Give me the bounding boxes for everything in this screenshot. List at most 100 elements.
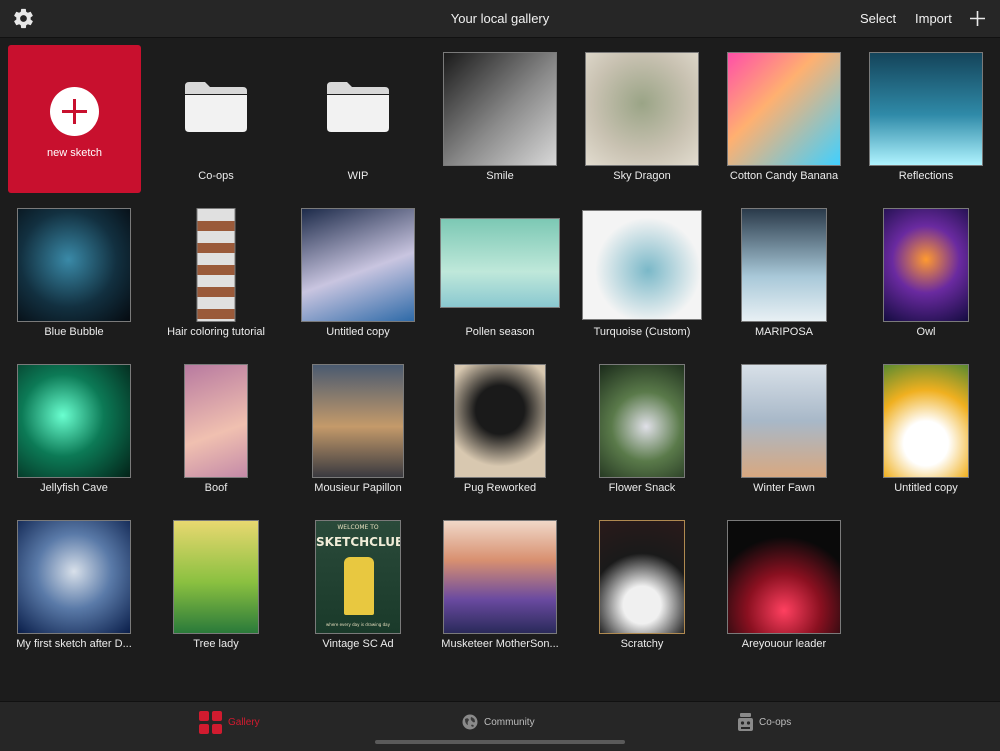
globe-icon (462, 714, 478, 730)
folder-label: WIP (347, 170, 369, 182)
sketch-label: Turquoise (Custom) (593, 326, 691, 338)
sketch-tile[interactable]: Winter Fawn (713, 350, 855, 500)
home-indicator (375, 740, 625, 744)
tab-co-ops[interactable]: Co-ops (738, 702, 791, 742)
sketch-thumbnail (869, 52, 983, 166)
tab-co-ops-label: Co-ops (759, 716, 792, 728)
sketch-tile[interactable]: Owl (855, 194, 997, 344)
vintage-ad-brand-text: SKETCHCLUB (316, 535, 401, 549)
sketch-label: Owl (916, 326, 936, 338)
sketch-label: Smile (486, 170, 514, 182)
sketch-thumbnail: WELCOME TO SKETCHCLUB where every day is… (315, 520, 401, 634)
sketch-thumbnail (440, 218, 560, 308)
sketch-thumbnail (582, 210, 702, 320)
sketch-thumbnail (727, 52, 841, 166)
sketch-label: Scratchy (620, 638, 664, 650)
sketch-thumbnail (443, 52, 557, 166)
sketch-label: Pug Reworked (463, 482, 537, 494)
sketch-tile[interactable]: Jellyfish Cave (3, 350, 145, 500)
sketch-tile[interactable]: Tree lady (145, 506, 287, 656)
gallery-grid-icon (199, 710, 222, 734)
new-sketch-label: new sketch (46, 147, 103, 159)
sketch-label: Cotton Candy Banana (729, 170, 839, 182)
sketch-thumbnail (741, 364, 827, 478)
sketch-label: Areyouour leader (741, 638, 827, 650)
sketch-label: Untitled copy (894, 482, 958, 494)
sketch-label: Untitled copy (326, 326, 390, 338)
sketch-thumbnail (741, 208, 827, 322)
sketch-tile[interactable]: Cotton Candy Banana (713, 38, 855, 188)
sketch-tile[interactable]: Musketeer MotherSon... (429, 506, 571, 656)
plus-icon[interactable] (969, 10, 986, 27)
folder-tile[interactable]: WIP (287, 38, 429, 188)
sketch-tile[interactable]: Flower Snack (571, 350, 713, 500)
import-button[interactable]: Import (915, 0, 952, 37)
sketch-label: Pollen season (465, 326, 535, 338)
folder-icon (327, 82, 389, 132)
sketch-thumbnail (173, 520, 259, 634)
sketch-label: MARIPOSA (754, 326, 814, 338)
sketch-tile[interactable]: Hair coloring tutorial (145, 194, 287, 344)
sketch-tile[interactable]: WELCOME TO SKETCHCLUB where every day is… (287, 506, 429, 656)
sketch-thumbnail (599, 364, 685, 478)
page-title: Your local gallery (450, 11, 550, 26)
sketch-tile[interactable]: My first sketch after D... (3, 506, 145, 656)
sketch-tile[interactable]: Pug Reworked (429, 350, 571, 500)
sketch-tile[interactable]: Reflections (855, 38, 997, 188)
co-ops-icon (738, 713, 753, 731)
sketch-label: Jellyfish Cave (40, 482, 108, 494)
sketch-thumbnail (883, 208, 969, 322)
sketch-thumbnail (17, 208, 131, 322)
sketch-tile[interactable]: Blue Bubble (3, 194, 145, 344)
sketch-label: Hair coloring tutorial (167, 326, 265, 338)
tab-community-label: Community (484, 716, 535, 728)
sketch-tile[interactable]: Areyouour leader (713, 506, 855, 656)
sketch-tile[interactable]: MARIPOSA (713, 194, 855, 344)
sketch-thumbnail (312, 364, 404, 478)
sketch-thumbnail (454, 364, 546, 478)
sketch-label: Winter Fawn (753, 482, 815, 494)
sketch-thumbnail (727, 520, 841, 634)
sketch-tile[interactable]: Untitled copy (287, 194, 429, 344)
sketch-tile[interactable]: Pollen season (429, 194, 571, 344)
sketch-thumbnail (443, 520, 557, 634)
sketch-tile[interactable]: Smile (429, 38, 571, 188)
sketch-thumbnail (585, 52, 699, 166)
sketch-thumbnail (17, 520, 131, 634)
sketch-tile[interactable]: Boof (145, 350, 287, 500)
sketch-thumbnail (196, 208, 236, 322)
tab-gallery[interactable]: Gallery (199, 702, 260, 742)
folder-icon (185, 82, 247, 132)
sketch-label: Sky Dragon (613, 170, 671, 182)
sketch-thumbnail (883, 364, 969, 478)
sketch-thumbnail (184, 364, 248, 478)
sketch-tile[interactable]: Mousieur Papillon (287, 350, 429, 500)
folder-label: Co-ops (198, 170, 234, 182)
top-bar: Your local gallery Select Import (0, 0, 1000, 38)
sketch-label: Boof (204, 482, 228, 494)
sketch-thumbnail (599, 520, 685, 634)
vintage-ad-top-text: WELCOME TO (337, 524, 379, 531)
vintage-ad-bottom-text: where every day is drawing day (326, 622, 390, 627)
sketch-label: Vintage SC Ad (322, 638, 394, 650)
select-button[interactable]: Select (860, 0, 896, 37)
sketch-tile[interactable]: Untitled copy (855, 350, 997, 500)
folder-tile[interactable]: Co-ops (145, 38, 287, 188)
sketch-tile[interactable]: Turquoise (Custom) (571, 194, 713, 344)
vintage-ad-fist (344, 557, 374, 615)
sketch-label: Reflections (898, 170, 954, 182)
sketch-label: Flower Snack (608, 482, 676, 494)
sketch-label: Mousieur Papillon (314, 482, 402, 494)
sketch-label: Musketeer MotherSon... (441, 638, 559, 650)
sketch-label: My first sketch after D... (16, 638, 132, 650)
plus-circle-icon (50, 87, 99, 136)
sketch-label: Blue Bubble (44, 326, 104, 338)
new-sketch-button[interactable]: new sketch (8, 45, 141, 193)
sketch-thumbnail (301, 208, 415, 322)
gallery-grid: new sketch Co-ops WIP Smile Sky Dragon C… (0, 38, 1000, 700)
sketch-tile[interactable]: Sky Dragon (571, 38, 713, 188)
sketch-tile[interactable]: Scratchy (571, 506, 713, 656)
sketch-label: Tree lady (193, 638, 239, 650)
tab-community[interactable]: Community (462, 702, 535, 742)
tab-gallery-label: Gallery (228, 716, 260, 728)
